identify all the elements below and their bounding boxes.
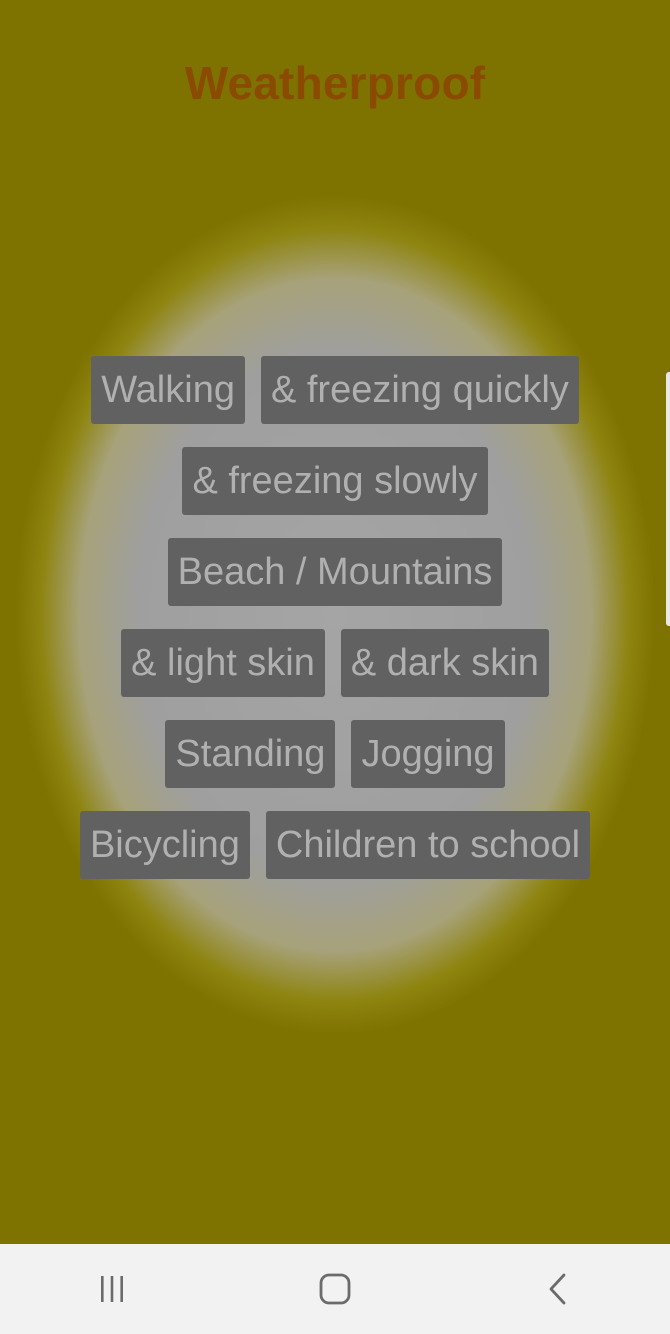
- chip-row: Walking & freezing quickly: [0, 356, 670, 424]
- chip-standing[interactable]: Standing: [165, 720, 336, 788]
- app-content: Weatherproof Walking & freezing quickly …: [0, 0, 670, 1244]
- chip-beach-mountains[interactable]: Beach / Mountains: [167, 538, 503, 606]
- activity-chips: Walking & freezing quickly & freezing sl…: [0, 356, 670, 902]
- chip-freezing-quickly[interactable]: & freezing quickly: [260, 356, 579, 424]
- chip-bicycling[interactable]: Bicycling: [79, 811, 250, 879]
- chip-children-to-school[interactable]: Children to school: [265, 811, 591, 879]
- back-icon: [549, 1273, 566, 1305]
- back-button[interactable]: [498, 1244, 618, 1334]
- chip-light-skin[interactable]: & light skin: [121, 629, 325, 697]
- chip-walking[interactable]: Walking: [91, 356, 245, 424]
- chip-jogging[interactable]: Jogging: [351, 720, 505, 788]
- recent-apps-icon: [100, 1276, 123, 1302]
- app-title: Weatherproof: [184, 57, 486, 109]
- chip-row: & light skin & dark skin: [0, 629, 670, 697]
- edge-panel-handle[interactable]: [666, 372, 670, 626]
- home-icon: [319, 1273, 351, 1305]
- screen: Weatherproof Walking & freezing quickly …: [0, 0, 670, 1334]
- chip-row: Standing Jogging: [0, 720, 670, 788]
- chip-row: & freezing slowly: [0, 447, 670, 515]
- home-button[interactable]: [275, 1244, 395, 1334]
- chip-row: Beach / Mountains: [0, 538, 670, 606]
- system-navigation-bar: [0, 1244, 670, 1334]
- chip-freezing-slowly[interactable]: & freezing slowly: [182, 447, 488, 515]
- chip-dark-skin[interactable]: & dark skin: [340, 629, 549, 697]
- chip-row: Bicycling Children to school: [0, 811, 670, 879]
- recent-apps-button[interactable]: [52, 1244, 172, 1334]
